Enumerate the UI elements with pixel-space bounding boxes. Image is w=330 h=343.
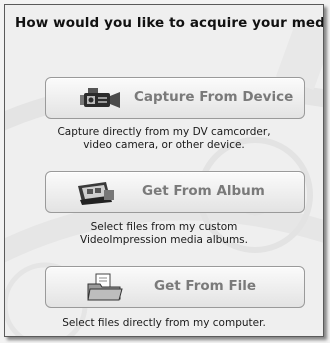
description-line: Select files directly from my computer. [62,317,266,329]
get-from-file-button[interactable]: Get From File [45,266,305,308]
get-from-album-description: Select files from my custom VideoImpress… [5,221,323,247]
camcorder-icon [80,88,120,108]
capture-from-device-label: Capture From Device [134,89,294,105]
description-line: Select files from my custom [90,221,238,233]
photo-album-icon [78,182,114,205]
get-from-album-label: Get From Album [142,183,265,199]
description-line: Capture directly from my DV camcorder, [57,126,271,138]
capture-from-device-button[interactable]: Capture From Device [45,77,305,119]
get-from-file-label: Get From File [154,278,257,294]
description-line: video camera, or other device. [83,139,245,151]
description-line: VideoImpression media albums. [80,234,248,246]
get-from-album-button[interactable]: Get From Album [45,171,305,213]
dialog-title: How would you like to acquire your media… [15,15,324,31]
acquire-media-dialog: How would you like to acquire your media… [4,4,324,337]
capture-from-device-description: Capture directly from my DV camcorder, v… [5,126,323,152]
folder-icon [87,273,123,301]
get-from-file-description: Select files directly from my computer. [5,317,323,330]
